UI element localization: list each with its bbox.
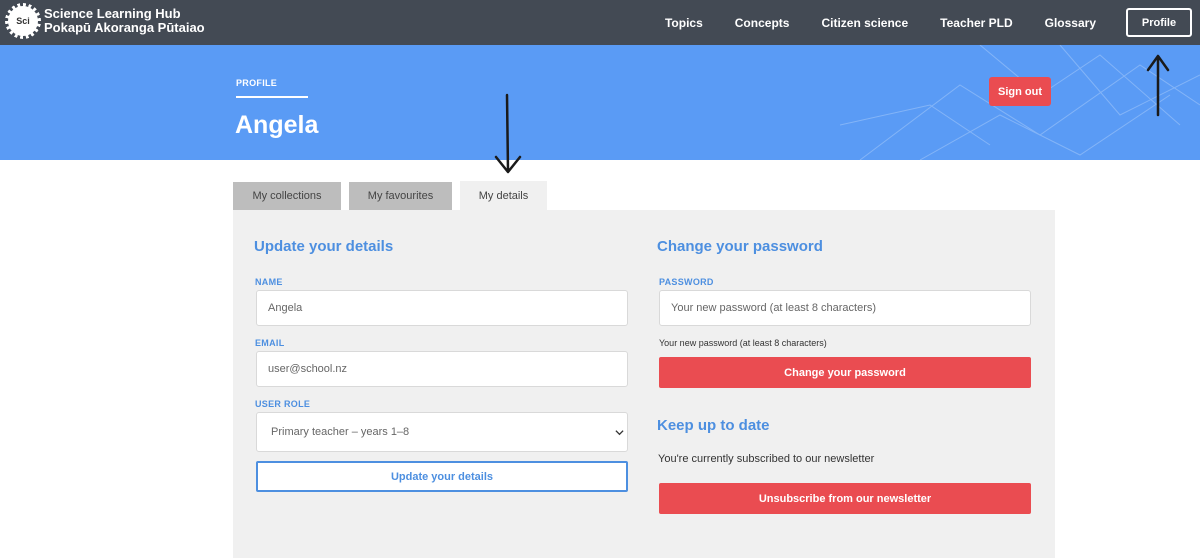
tab-my-collections[interactable]: My collections [233,182,341,210]
user-role-select[interactable]: Primary teacher – years 1–8 [256,412,628,452]
name-label: NAME [255,277,283,287]
profile-hero: PROFILE Angela Sign out [0,45,1200,160]
nav-topics[interactable]: Topics [665,16,703,30]
change-password-button[interactable]: Change your password [659,357,1031,388]
page-title: Angela [235,111,319,139]
chevron-down-icon [615,430,624,436]
change-password-heading: Change your password [657,238,823,255]
details-panel: Update your details NAME Angela EMAIL us… [233,210,1055,558]
newsletter-status: You're currently subscribed to our newsl… [658,453,875,465]
breadcrumb: PROFILE [236,78,278,88]
top-navigation: Sci Science Learning Hub Pokapū Akoranga… [0,0,1200,45]
tab-my-details[interactable]: My details [460,181,547,211]
user-role-label: USER ROLE [255,399,311,409]
password-hint: Your new password (at least 8 characters… [659,338,827,348]
arrow-up-icon [1146,54,1170,117]
logo-line-1: Science Learning Hub [44,6,181,21]
nav-glossary[interactable]: Glossary [1045,16,1096,30]
user-role-value: Primary teacher – years 1–8 [271,426,410,438]
name-field[interactable]: Angela [256,290,628,326]
update-details-heading: Update your details [254,238,394,255]
update-details-button[interactable]: Update your details [256,461,628,492]
breadcrumb-underline [236,96,308,98]
email-field[interactable]: user@school.nz [256,351,628,387]
password-field[interactable]: Your new password (at least 8 characters… [659,290,1031,326]
site-logo[interactable]: Sci Science Learning Hub Pokapū Akoranga… [5,3,205,39]
nav-citizen-science[interactable]: Citizen science [821,16,908,30]
logo-badge-icon: Sci [5,3,41,39]
nav-teacher-pld[interactable]: Teacher PLD [940,16,1012,30]
sign-out-button[interactable]: Sign out [989,77,1051,106]
logo-badge-text: Sci [11,9,35,33]
profile-button[interactable]: Profile [1126,8,1192,37]
tab-my-favourites[interactable]: My favourites [349,182,452,210]
nav-concepts[interactable]: Concepts [735,16,790,30]
keep-up-to-date-heading: Keep up to date [657,417,770,434]
unsubscribe-button[interactable]: Unsubscribe from our newsletter [659,483,1031,514]
arrow-down-icon [494,93,522,174]
email-label: EMAIL [255,338,285,348]
logo-text: Science Learning Hub Pokapū Akoranga Pūt… [44,7,205,35]
main-nav: Topics Concepts Citizen science Teacher … [665,0,1200,45]
logo-line-2: Pokapū Akoranga Pūtaiao [44,20,205,35]
password-label: PASSWORD [659,277,714,287]
